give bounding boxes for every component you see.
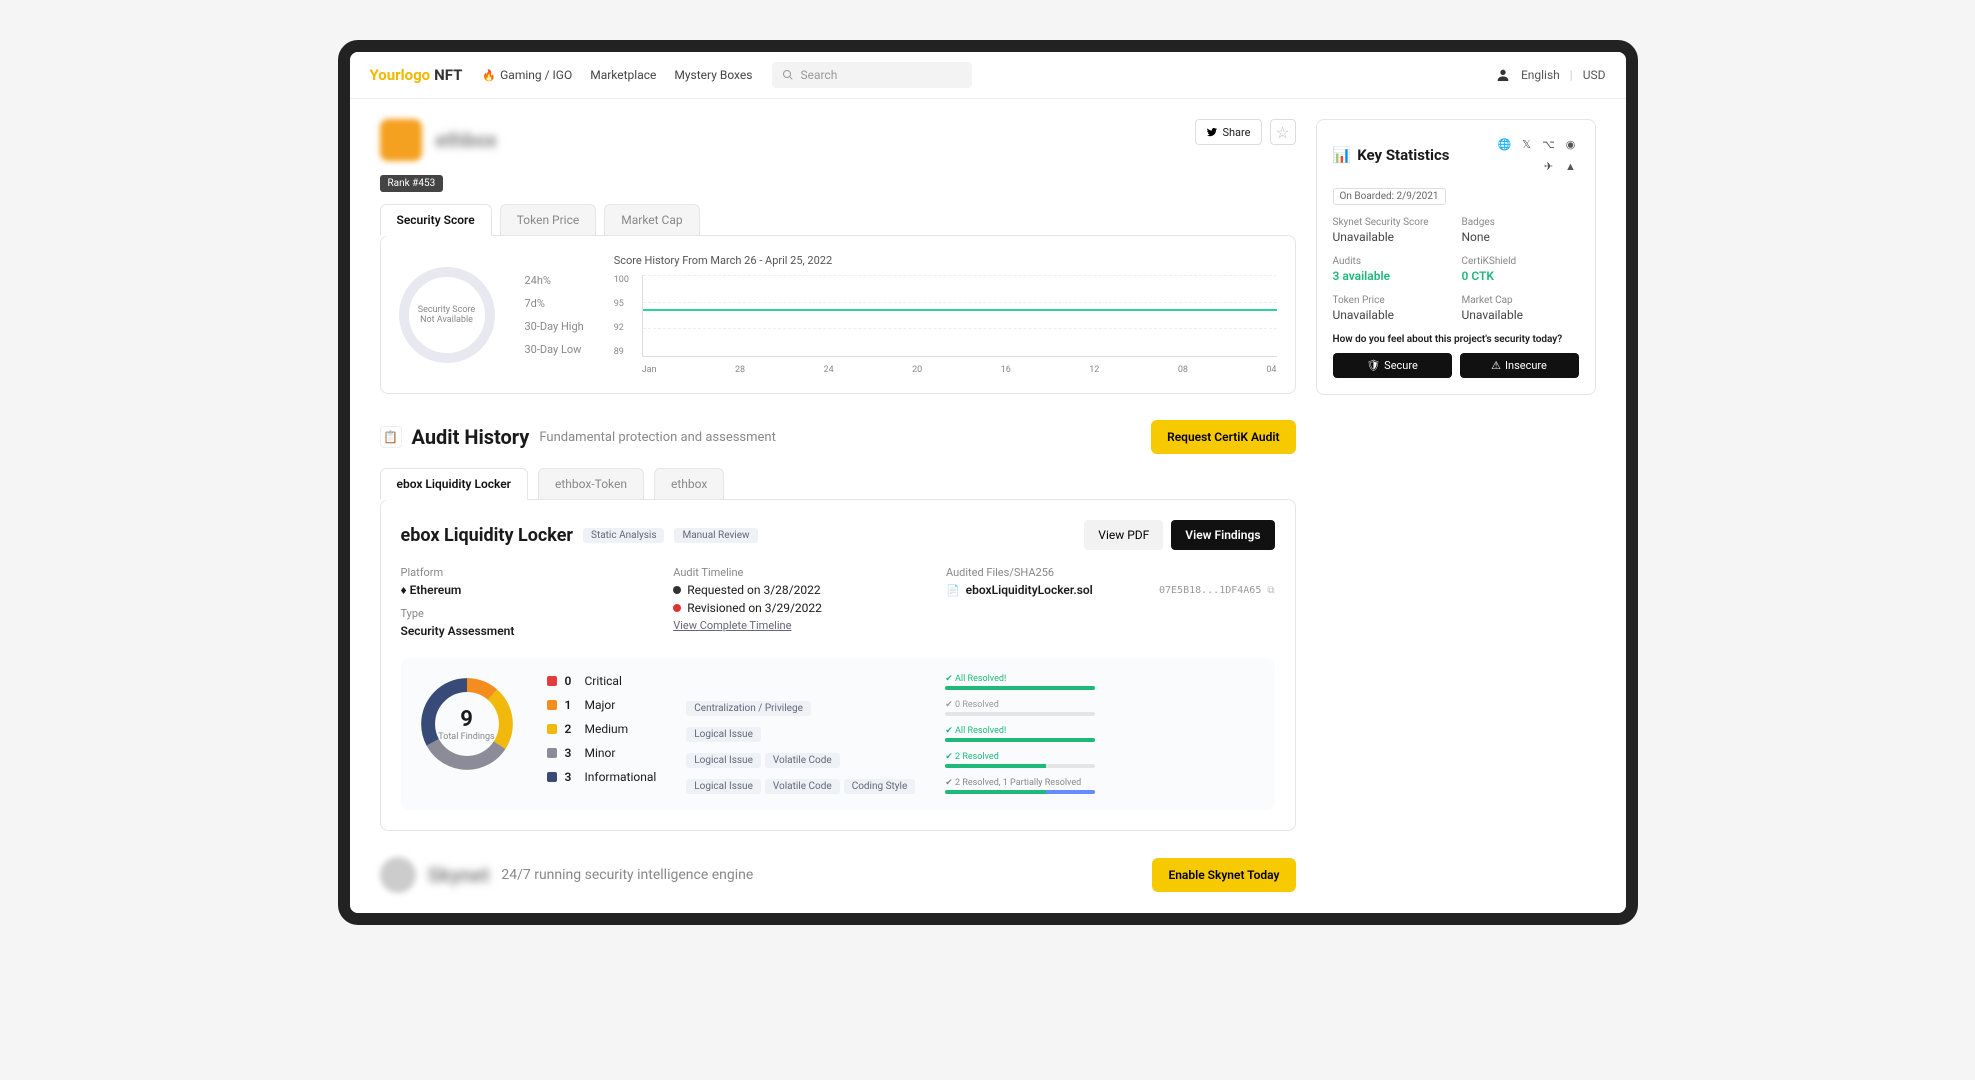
score-chart: Score History From March 26 - April 25, …	[614, 254, 1277, 375]
tag-row: Logical Issue	[686, 726, 915, 742]
project-header: ethbox	[380, 119, 497, 161]
rank-badge: Rank #453	[380, 175, 444, 192]
resolution-row: ✔ 2 Resolved	[945, 752, 1095, 768]
severity-row: 0Critical	[547, 674, 657, 688]
stat-item: Skynet Security ScoreUnavailable	[1333, 217, 1450, 244]
key-stats-panel: 📊 Key Statistics 🌐 𝕏 ⌥ ◉ ✈ ▲ On Boarded:…	[1316, 119, 1596, 395]
onboarded-badge: On Boarded: 2/9/2021	[1333, 188, 1446, 205]
severity-row: 3Minor	[547, 746, 657, 760]
score-donut: Security Score Not Available	[399, 267, 495, 363]
topbar: YourlogoNFT Gaming / IGO Marketplace Mys…	[350, 52, 1626, 99]
request-audit-button[interactable]: Request CertiK Audit	[1151, 420, 1295, 454]
share-button[interactable]: Share	[1195, 119, 1261, 145]
user-icon[interactable]	[1495, 67, 1511, 83]
tab-market-cap[interactable]: Market Cap	[604, 204, 699, 236]
nav-gaming[interactable]: Gaming / IGO	[482, 68, 572, 82]
currency-select[interactable]: USD	[1583, 68, 1606, 82]
secure-button[interactable]: 🛡 Secure	[1333, 353, 1452, 378]
tab-token-price[interactable]: Token Price	[500, 204, 597, 236]
resolution-row: ✔ 0 Resolved	[945, 700, 1095, 716]
view-timeline-link[interactable]: View Complete Timeline	[673, 619, 791, 632]
chip-static: Static Analysis	[583, 528, 664, 543]
mini-stats: 24h% 7d% 30-Day High 30-Day Low	[525, 274, 584, 356]
search-input[interactable]: Search	[772, 62, 972, 88]
copy-icon[interactable]: ⧉	[1267, 585, 1274, 596]
findings: 9Total Findings 0Critical 1Major 2Medium 3M…	[401, 658, 1275, 810]
tab-security-score[interactable]: Security Score	[380, 204, 492, 236]
stat-item: CertiKShield0 CTK	[1462, 256, 1579, 283]
stat-item: BadgesNone	[1462, 217, 1579, 244]
resolution-row: ✔ All Resolved!	[945, 726, 1095, 742]
audit-tab-token[interactable]: ethbox-Token	[538, 468, 644, 500]
insecure-button[interactable]: ⚠ Insecure	[1460, 353, 1579, 378]
twitter-icon	[1206, 126, 1218, 138]
nav-marketplace[interactable]: Marketplace	[590, 68, 656, 82]
website-icon[interactable]: 🌐	[1497, 136, 1513, 152]
resolution-row: ✔ 2 Resolved, 1 Partially Resolved	[945, 778, 1095, 794]
resolution-row: ✔ All Resolved!	[945, 674, 1095, 690]
key-stats-title: 📊 Key Statistics	[1333, 146, 1450, 164]
tag-row: Logical IssueVolatile Code	[686, 752, 915, 768]
nav: Gaming / IGO Marketplace Mystery Boxes	[482, 68, 752, 82]
view-pdf-button[interactable]: View PDF	[1084, 520, 1163, 550]
favorite-button[interactable]: ☆	[1270, 119, 1296, 145]
logo[interactable]: YourlogoNFT	[370, 66, 463, 84]
stat-item: Audits3 available	[1333, 256, 1450, 283]
platform-value: ♦ Ethereum	[401, 583, 654, 597]
stats-icon: 📊	[1333, 146, 1352, 164]
findings-donut: 9Total Findings	[417, 674, 517, 774]
stat-item: Token PriceUnavailable	[1333, 295, 1450, 322]
skynet-logo	[380, 857, 416, 893]
audit-tab-ethbox[interactable]: ethbox	[654, 468, 724, 500]
audited-file: 📄 eboxLiquidityLocker.sol 07E5B18...1DF4…	[946, 583, 1275, 597]
tag-row	[686, 674, 915, 690]
stat-item: Market CapUnavailable	[1462, 295, 1579, 322]
reddit-icon[interactable]: ◉	[1563, 136, 1579, 152]
audit-history-header: 📋 Audit History Fundamental protection a…	[380, 420, 1296, 454]
type-value: Security Assessment	[401, 624, 654, 638]
telegram-icon[interactable]: ✈	[1541, 158, 1557, 174]
enable-skynet-button[interactable]: Enable Skynet Today	[1152, 858, 1295, 892]
github-icon[interactable]: ⌥	[1541, 136, 1557, 152]
chip-manual: Manual Review	[674, 528, 757, 543]
severity-row: 2Medium	[547, 722, 657, 736]
skynet-section: Skynet 24/7 running security intelligenc…	[380, 857, 1296, 893]
top-right: English | USD	[1495, 67, 1606, 83]
view-findings-button[interactable]: View Findings	[1171, 520, 1274, 550]
project-avatar	[380, 119, 422, 161]
audit-tab-locker[interactable]: ebox Liquidity Locker	[380, 468, 529, 500]
nav-mystery[interactable]: Mystery Boxes	[674, 68, 752, 82]
severity-row: 3Informational	[547, 770, 657, 784]
score-tabs: Security Score Token Price Market Cap	[380, 204, 1296, 236]
lang-select[interactable]: English	[1521, 68, 1560, 82]
audit-title: ebox Liquidity Locker	[401, 525, 574, 546]
warning-icon[interactable]: ▲	[1563, 158, 1579, 174]
tag-row: Centralization / Privilege	[686, 700, 915, 716]
audit-icon: 📋	[380, 426, 402, 448]
search-icon	[782, 69, 794, 81]
severity-row: 1Major	[547, 698, 657, 712]
audit-tabs: ebox Liquidity Locker ethbox-Token ethbo…	[380, 468, 1296, 500]
score-card: Security Score Not Available 24h% 7d% 30…	[380, 235, 1296, 394]
tag-row: Logical IssueVolatile CodeCoding Style	[686, 778, 915, 794]
audit-card: ebox Liquidity Locker Static Analysis Ma…	[380, 499, 1296, 831]
sentiment-question: How do you feel about this project's sec…	[1333, 334, 1579, 345]
file-icon: 📄	[946, 584, 960, 597]
project-name: ethbox	[436, 128, 497, 152]
timeline: Requested on 3/28/2022 Revisioned on 3/2…	[673, 583, 926, 615]
twitter-icon[interactable]: 𝕏	[1519, 136, 1535, 152]
